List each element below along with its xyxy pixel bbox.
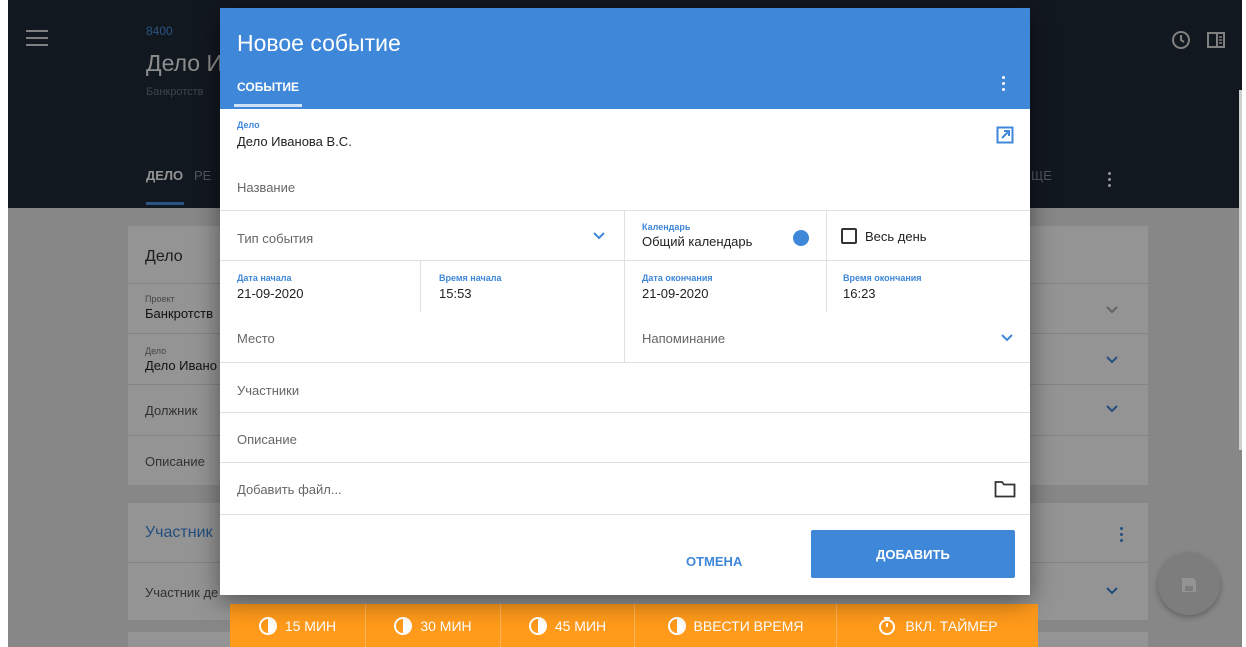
calendar-color-indicator bbox=[793, 230, 809, 246]
all-day-checkbox[interactable] bbox=[841, 228, 857, 244]
divider bbox=[624, 312, 625, 362]
pie-clock-icon bbox=[528, 616, 547, 635]
event-type-select[interactable]: Тип события bbox=[237, 231, 313, 246]
pie-clock-icon bbox=[258, 616, 277, 635]
divider bbox=[220, 362, 1030, 363]
end-date-value[interactable]: 21-09-2020 bbox=[642, 286, 709, 301]
new-event-dialog: Новое событие СОБЫТИЕ Дело Дело Иванова … bbox=[220, 8, 1030, 595]
place-input[interactable]: Место bbox=[237, 331, 275, 346]
add-button[interactable]: ДОБАВИТЬ bbox=[811, 530, 1015, 578]
divider bbox=[220, 412, 1030, 413]
divider bbox=[220, 210, 1030, 211]
add-15-min-button[interactable]: 15 МИН bbox=[230, 604, 366, 647]
time-bar: 15 МИН 30 МИН 45 МИН ВВЕСТИ ВРЕМЯ ВКЛ. Т… bbox=[230, 604, 1038, 647]
divider bbox=[220, 260, 1030, 261]
case-field-label: Дело bbox=[237, 120, 260, 130]
name-input[interactable]: Название bbox=[237, 180, 295, 195]
enter-time-label: ВВЕСТИ ВРЕМЯ bbox=[693, 617, 804, 634]
divider bbox=[220, 462, 1030, 463]
all-day-label: Весь день bbox=[865, 229, 927, 244]
add-15-min-label: 15 МИН bbox=[284, 617, 337, 634]
scrollbar-track[interactable] bbox=[1239, 90, 1242, 450]
end-time-value[interactable]: 16:23 bbox=[843, 286, 876, 301]
participants-input[interactable]: Участники bbox=[237, 383, 299, 398]
divider bbox=[624, 210, 625, 260]
case-field-value[interactable]: Дело Иванова В.С. bbox=[237, 134, 352, 149]
timer-icon bbox=[879, 616, 896, 635]
divider bbox=[826, 260, 827, 312]
end-time-label: Время окончания bbox=[843, 273, 922, 283]
chevron-down-icon[interactable] bbox=[593, 232, 605, 240]
divider bbox=[220, 514, 1030, 515]
add-file-input[interactable]: Добавить файл... bbox=[237, 482, 342, 497]
external-link-icon[interactable] bbox=[996, 126, 1014, 144]
description-input[interactable]: Описание bbox=[237, 432, 297, 447]
divider bbox=[624, 260, 625, 312]
folder-icon[interactable] bbox=[994, 480, 1016, 498]
start-date-value[interactable]: 21-09-2020 bbox=[237, 286, 304, 301]
add-45-min-label: 45 МИН bbox=[554, 617, 607, 634]
start-time-value[interactable]: 15:53 bbox=[439, 286, 472, 301]
start-timer-button[interactable]: ВКЛ. ТАЙМЕР bbox=[837, 604, 1038, 647]
cancel-button[interactable]: ОТМЕНА bbox=[686, 554, 742, 569]
divider bbox=[826, 210, 827, 260]
add-30-min-button[interactable]: 30 МИН bbox=[366, 604, 501, 647]
pie-clock-icon bbox=[394, 616, 413, 635]
more-vert-icon[interactable] bbox=[1002, 76, 1006, 92]
enter-time-button[interactable]: ВВЕСТИ ВРЕМЯ bbox=[635, 604, 837, 647]
start-timer-label: ВКЛ. ТАЙМЕР bbox=[905, 617, 998, 634]
tab-event-indicator bbox=[234, 104, 302, 107]
calendar-value[interactable]: Общий календарь bbox=[642, 234, 752, 249]
dialog-title: Новое событие bbox=[237, 30, 401, 56]
chevron-down-icon[interactable] bbox=[1001, 334, 1013, 342]
dialog-header: Новое событие СОБЫТИЕ bbox=[220, 8, 1030, 109]
start-time-label: Время начала bbox=[439, 273, 502, 283]
add-45-min-button[interactable]: 45 МИН bbox=[501, 604, 635, 647]
pie-clock-icon bbox=[667, 616, 686, 635]
calendar-label: Календарь bbox=[642, 222, 691, 232]
reminder-select[interactable]: Напоминание bbox=[642, 331, 725, 346]
tab-event[interactable]: СОБЫТИЕ bbox=[237, 80, 299, 94]
divider bbox=[420, 260, 421, 312]
start-date-label: Дата начала bbox=[237, 273, 292, 283]
add-30-min-label: 30 МИН bbox=[420, 617, 472, 634]
end-date-label: Дата окончания bbox=[642, 273, 713, 283]
